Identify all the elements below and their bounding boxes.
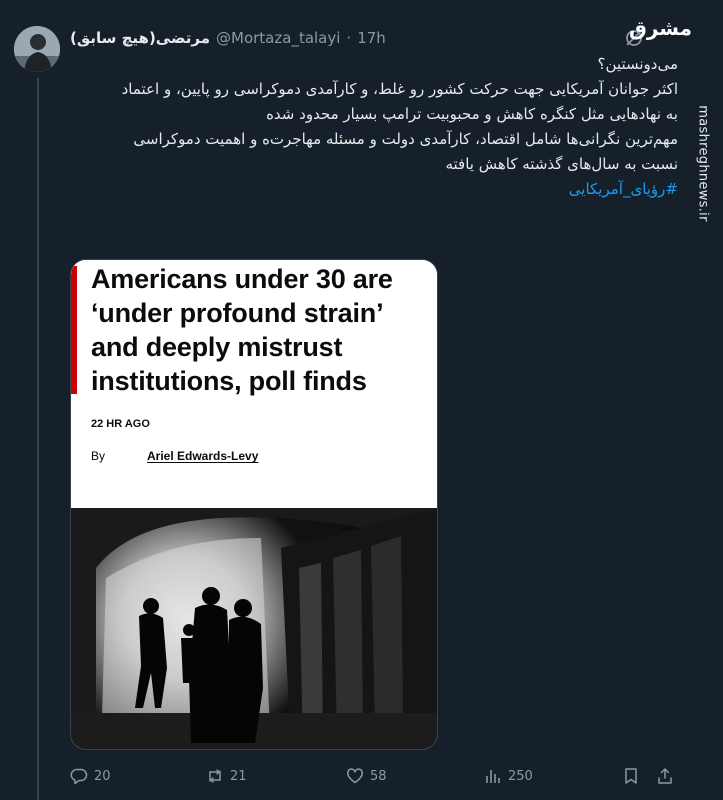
headline-line-3: and deeply mistrust <box>91 332 343 362</box>
tweet-header: مرتضی(هیچ سابق) @Mortaza_talayi · 17h <box>70 26 386 50</box>
heart-icon <box>347 768 363 784</box>
reply-count: 20 <box>94 768 111 784</box>
reply-button[interactable]: 20 <box>70 764 111 788</box>
tweet-line-4: نسبت به سال‌های گذشته کاهش یافته <box>445 155 678 173</box>
tweet-text: می‌دونستین؟ اکثر جوانان آمریکایی جهت حرک… <box>70 50 678 202</box>
article-time: 22 HR AGO <box>91 418 150 430</box>
reply-icon <box>70 768 88 785</box>
share-button[interactable] <box>656 764 674 788</box>
tweet-line-1: اکثر جوانان آمریکایی جهت حرکت کشور رو غل… <box>121 80 678 98</box>
watermark-logo: مشرق <box>628 16 692 40</box>
accent-bar <box>71 266 77 394</box>
repost-count: 21 <box>230 768 247 784</box>
article-header: Americans under 30 are ‘under profound s… <box>71 260 437 508</box>
article-photo <box>71 508 437 749</box>
timestamp[interactable]: 17h <box>357 29 386 47</box>
bookmark-icon <box>625 768 637 784</box>
like-count: 58 <box>370 768 387 784</box>
avatar[interactable] <box>14 26 60 72</box>
watermark-site: mashreghnews.ir <box>688 48 718 278</box>
tweet-line-2: به نهادهایی مثل کنگره کاهش و محبوبیت ترا… <box>266 105 678 123</box>
repost-icon <box>209 769 221 783</box>
headline-line-1: Americans under 30 are <box>91 264 393 294</box>
article-headline: Americans under 30 are ‘under profound s… <box>91 262 431 398</box>
separator-dot: · <box>346 29 352 47</box>
bookmark-button[interactable] <box>622 764 640 788</box>
hashtag-link[interactable]: #رؤیای_آمریکایی <box>70 177 678 202</box>
analytics-icon <box>486 770 500 783</box>
like-button[interactable]: 58 <box>346 764 387 788</box>
view-count: 250 <box>508 768 533 784</box>
headline-line-2: ‘under profound strain’ <box>91 298 384 328</box>
avatar-image <box>14 26 60 72</box>
display-name[interactable]: مرتضی(هیچ سابق) <box>70 29 210 47</box>
action-bar: 20 21 58 250 <box>70 764 680 788</box>
byline-prefix: By <box>91 449 106 463</box>
thread-line <box>37 78 39 800</box>
watermark-site-text: mashreghnews.ir <box>695 104 711 222</box>
media-card[interactable]: Americans under 30 are ‘under profound s… <box>70 259 438 750</box>
repost-button[interactable]: 21 <box>206 764 247 788</box>
user-handle[interactable]: @Mortaza_talayi <box>216 29 340 47</box>
tweet-question: می‌دونستین؟ <box>597 55 678 73</box>
share-icon <box>658 768 672 784</box>
tweet-line-3: مهم‌ترین نگرانی‌ها شامل اقتصاد، کارآمدی … <box>133 130 678 148</box>
article-author: Ariel Edwards-Levy <box>147 449 259 463</box>
views-button[interactable]: 250 <box>484 764 533 788</box>
headline-line-4: institutions, poll finds <box>91 366 367 396</box>
